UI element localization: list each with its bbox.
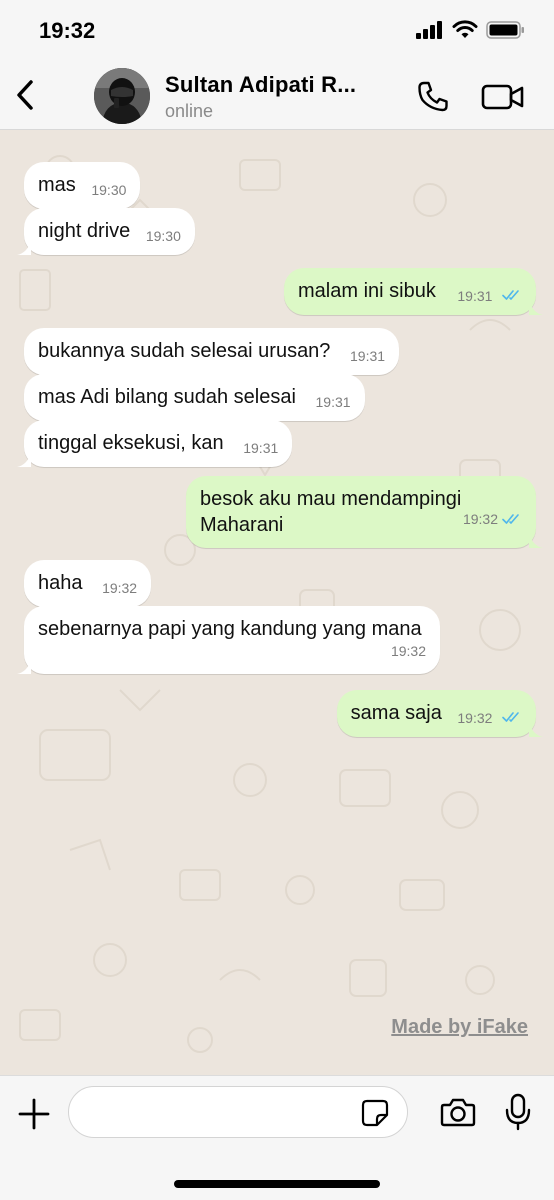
camera-button[interactable] — [438, 1094, 478, 1130]
message-bubble-incoming[interactable]: tinggal eksekusi, kan 19:31 — [17, 420, 293, 467]
microphone-button[interactable] — [503, 1092, 533, 1132]
message-time: 19:32 — [462, 511, 498, 527]
video-call-button[interactable] — [480, 80, 526, 114]
message-bubble-outgoing[interactable]: malam ini sibuk 19:31 — [284, 268, 543, 315]
message-time: 19:31 — [315, 394, 351, 410]
double-check-icon — [502, 290, 519, 300]
message-text: night drive — [38, 220, 131, 242]
voice-call-button[interactable] — [414, 78, 452, 116]
message-bubble-incoming[interactable]: haha 19:32 — [24, 560, 152, 607]
bubble-tail — [17, 453, 31, 467]
message-time: 19:31 — [350, 348, 386, 364]
phone-icon — [418, 81, 448, 112]
message-meta: 19:32 — [463, 506, 522, 532]
message-text: tinggal eksekusi, kan — [38, 432, 224, 454]
home-indicator — [174, 1180, 380, 1188]
double-check-icon — [502, 712, 519, 722]
sticker-icon — [361, 1099, 389, 1127]
message-bubble-outgoing[interactable]: besok aku mau mendampingi Maharani 19:32 — [186, 476, 543, 548]
status-time: 19:32 — [39, 18, 96, 43]
video-camera-icon — [481, 84, 524, 110]
attach-button[interactable] — [16, 1096, 52, 1132]
message-time: 19:32 — [457, 710, 493, 726]
contact-name[interactable]: Sultan Adipati R... — [165, 72, 356, 98]
bubble-tail — [529, 301, 543, 315]
double-check-icon — [502, 514, 519, 524]
message-text: sama saja — [350, 702, 442, 724]
plus-icon — [18, 1098, 50, 1130]
message-bubble-incoming[interactable]: night drive 19:30 — [17, 208, 195, 255]
sticker-button[interactable] — [360, 1098, 390, 1128]
message-bubble-incoming[interactable]: mas 19:30 — [24, 162, 141, 209]
message-meta: 19:32 — [391, 638, 426, 664]
message-bubble-incoming[interactable]: mas Adi bilang sudah selesai 19:31 — [24, 374, 365, 421]
bubble-tail — [17, 241, 31, 255]
status-icons — [416, 20, 526, 40]
watermark: Made by iFake — [391, 1016, 528, 1038]
wifi-icon — [452, 20, 478, 38]
back-button[interactable] — [10, 76, 40, 114]
status-bar: 19:32 — [0, 0, 554, 60]
message-time: 19:30 — [145, 228, 181, 244]
message-text: haha — [38, 572, 83, 594]
avatar-image — [94, 68, 150, 124]
message-bubble-incoming[interactable]: bukannya sudah selesai urusan? 19:31 — [24, 328, 400, 375]
contact-avatar[interactable] — [94, 68, 150, 124]
signal-icon — [416, 21, 442, 39]
message-text: bukannya sudah selesai urusan? — [38, 340, 331, 362]
message-time: 19:30 — [91, 182, 127, 198]
bubble-tail — [17, 660, 31, 674]
message-input-bar — [0, 1075, 554, 1200]
message-text: mas — [38, 174, 76, 196]
message-text: mas Adi bilang sudah selesai — [38, 386, 296, 408]
message-input[interactable] — [68, 1086, 408, 1138]
message-time: 19:32 — [390, 643, 426, 659]
message-time: 19:31 — [457, 288, 493, 304]
message-bubble-incoming[interactable]: sebenarnya papi yang kandung yang mana 1… — [17, 606, 440, 674]
contact-status: online — [165, 101, 214, 121]
message-time: 19:32 — [102, 580, 138, 596]
message-text: malam ini sibuk — [298, 280, 436, 302]
message-text: sebenarnya papi yang kandung yang mana — [38, 618, 422, 640]
message-text: besok aku mau mendampingi Maharani — [200, 488, 462, 536]
chat-area[interactable]: mas 19:30 night drive 19:30 malam ini si… — [0, 130, 554, 1075]
chat-header: Sultan Adipati R... online — [0, 60, 554, 130]
microphone-icon — [505, 1093, 531, 1131]
chevron-left-icon — [17, 80, 33, 110]
bubble-tail — [529, 723, 543, 737]
battery-icon — [486, 21, 524, 39]
message-time: 19:31 — [243, 440, 279, 456]
message-bubble-outgoing[interactable]: sama saja 19:32 — [336, 690, 543, 737]
bubble-tail — [529, 534, 543, 548]
camera-icon — [440, 1098, 476, 1127]
